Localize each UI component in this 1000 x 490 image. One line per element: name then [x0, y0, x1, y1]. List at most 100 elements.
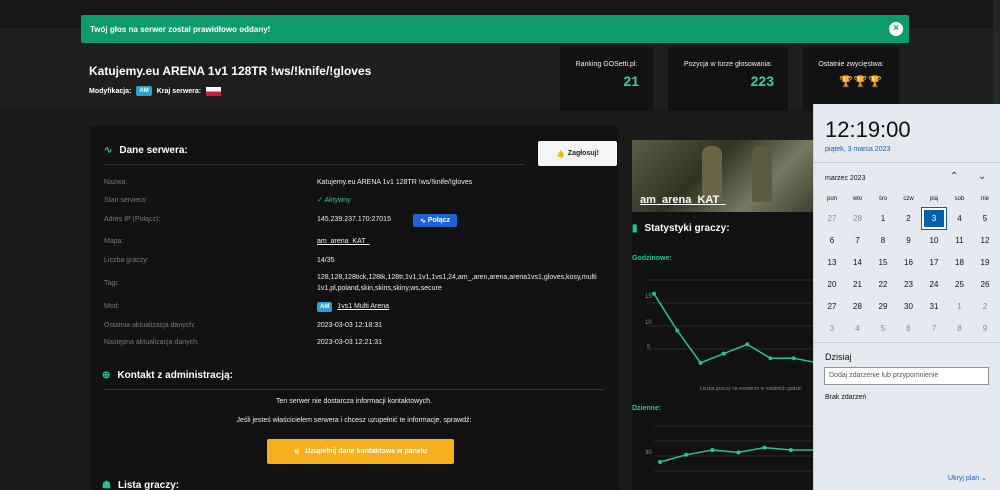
calendar-day[interactable]: 26 — [973, 274, 997, 295]
data-point — [791, 356, 796, 361]
contact-owner-text: Jeśli jesteś właścicielem serwera i chce… — [236, 417, 472, 424]
row-label: Mod: — [104, 303, 120, 310]
clock-time: 12:19:00 — [825, 117, 911, 142]
calendar-day[interactable]: 5 — [973, 208, 997, 229]
close-icon[interactable]: × — [889, 22, 903, 36]
row-label: Adres IP (Połącz): — [104, 216, 161, 223]
connect-button[interactable]: ∿ Połącz — [413, 214, 457, 227]
row-label: Liczba graczy: — [104, 257, 149, 264]
players-heading: ☗ Lista graczy: — [102, 480, 180, 490]
page-scrollbar[interactable] — [993, 0, 1000, 104]
today-heading: Dzisiaj — [825, 352, 852, 362]
data-point — [788, 448, 793, 452]
calendar-day[interactable]: 6 — [820, 230, 844, 251]
calendar-day[interactable]: 15 — [871, 252, 895, 273]
weekday-header: śro — [878, 196, 888, 202]
server-panel: ∿ Dane serwera: 👍 Zagłosuj! Nazwa: Katuj… — [90, 126, 618, 490]
weekday-header: czw — [903, 196, 914, 202]
tags-value: 128,128,128tick,128tk,128tr,1v1,1v1,1vs1… — [317, 274, 597, 292]
weekday-header: nie — [980, 196, 989, 202]
calendar-day[interactable]: 7 — [846, 230, 870, 251]
map-link[interactable]: am_arena_KAT_ — [317, 236, 369, 247]
wins-box: Ostatnie zwycięstwa: 🏆 🏆 🏆 — [803, 47, 899, 111]
users-icon: ☗ — [102, 480, 111, 490]
divider — [814, 162, 1000, 163]
calendar-day[interactable]: 30 — [897, 296, 921, 317]
daily-label: Dzienne: — [632, 405, 662, 412]
calendar-day[interactable]: 21 — [846, 274, 870, 295]
calendar-day[interactable]: 18 — [948, 252, 972, 273]
data-point — [652, 291, 656, 296]
weekday-header: pon — [826, 196, 837, 202]
chevron-down-icon[interactable]: ⌄ — [978, 171, 986, 182]
calendar-day[interactable]: 6 — [897, 318, 921, 339]
daily-chart — [654, 425, 817, 472]
calendar-day[interactable]: 27 — [820, 296, 844, 317]
mod-badge: AM — [136, 86, 152, 96]
calendar-day[interactable]: 17 — [922, 252, 946, 273]
toast-message: Twój głos na serwer został prawidłowo od… — [90, 24, 271, 34]
last-update-value: 2023-03-03 12:18:31 — [317, 322, 382, 329]
calendar-day[interactable]: 29 — [871, 296, 895, 317]
contact-info-text: Ten serwer nie dostarcza informacji kont… — [275, 398, 432, 405]
calendar-day[interactable]: 19 — [973, 252, 997, 273]
globe-icon: ⊕ — [102, 370, 111, 381]
calendar-day[interactable]: 2 — [897, 208, 921, 229]
chevron-up-icon[interactable]: ⌃ — [950, 171, 958, 182]
gold-trophy-icon: 🏆 — [853, 76, 868, 88]
map-image: am_arena_KAT_ — [632, 140, 817, 212]
calendar-day[interactable]: 7 — [922, 318, 946, 339]
calendar-day[interactable]: 9 — [897, 230, 921, 251]
calendar-day[interactable]: 27 — [820, 208, 844, 229]
ranking-value: 21 — [623, 73, 639, 89]
server-meta: Modyfikacja: AM Kraj serwera: — [89, 86, 222, 96]
fill-contact-button[interactable]: ⚟ Uzupełnij dane kontaktowe w panelu — [267, 439, 454, 464]
row-label: Nazwa: — [104, 179, 128, 186]
calendar-day[interactable]: 2 — [973, 296, 997, 317]
calendar-day[interactable]: 12 — [973, 230, 997, 251]
calendar-day[interactable]: 1 — [871, 208, 895, 229]
calendar-day[interactable]: 3 — [921, 207, 947, 230]
calendar-day[interactable]: 9 — [973, 318, 997, 339]
event-input[interactable]: Dodaj zdarzenie lub przypomnienie — [824, 367, 989, 385]
vote-button[interactable]: 👍 Zagłosuj! — [538, 141, 617, 166]
calendar-day[interactable]: 31 — [922, 296, 946, 317]
clock-date[interactable]: piątek, 3 marca 2023 — [825, 146, 890, 153]
calendar-day[interactable]: 1 — [948, 296, 972, 317]
calendar-day[interactable]: 3 — [820, 318, 844, 339]
calendar-day[interactable]: 14 — [846, 252, 870, 273]
calendar-day[interactable]: 8 — [948, 318, 972, 339]
thumbs-up-icon: 👍 — [556, 150, 565, 158]
calendar-day[interactable]: 13 — [820, 252, 844, 273]
calendar-day[interactable]: 5 — [871, 318, 895, 339]
chevron-down-icon: ⌄ — [981, 475, 987, 482]
vote-position-box: Pozycja w turze głosowania: 223 — [668, 47, 788, 111]
row-label: Ostatnia aktualizacja danych: — [104, 322, 196, 329]
calendar-day[interactable]: 8 — [871, 230, 895, 251]
calendar-day[interactable]: 28 — [846, 296, 870, 317]
data-point — [710, 448, 715, 452]
trophies: 🏆 🏆 🏆 — [839, 75, 882, 88]
calendar-day[interactable]: 23 — [897, 274, 921, 295]
stats-heading: ▮ Statystyki graczy: — [632, 223, 730, 234]
calendar-day[interactable]: 24 — [922, 274, 946, 295]
mod-label: Modyfikacja: — [89, 87, 132, 95]
hide-plan-link[interactable]: Ukryj plan ⌄ — [948, 474, 987, 482]
mod-link[interactable]: 1vs1 Multi Arena — [337, 303, 389, 310]
calendar-day[interactable]: 4 — [846, 318, 870, 339]
calendar-day[interactable]: 28 — [846, 208, 870, 229]
calendar-day[interactable]: 25 — [948, 274, 972, 295]
calendar-month[interactable]: marzec 2023 — [825, 175, 865, 182]
calendar-day[interactable]: 11 — [948, 230, 972, 251]
calendar-day[interactable]: 22 — [871, 274, 895, 295]
data-point — [736, 450, 741, 455]
calendar-day[interactable]: 20 — [820, 274, 844, 295]
calendar-day[interactable]: 10 — [922, 230, 946, 251]
map-name[interactable]: am_arena_KAT_ — [640, 194, 725, 206]
hourly-chart — [648, 279, 817, 365]
calendar-day[interactable]: 16 — [897, 252, 921, 273]
calendar-day[interactable]: 4 — [948, 208, 972, 229]
data-point — [658, 460, 662, 464]
contact-heading: ⊕ Kontakt z administracją: — [102, 370, 233, 381]
success-toast: Twój głos na serwer został prawidłowo od… — [81, 15, 909, 43]
